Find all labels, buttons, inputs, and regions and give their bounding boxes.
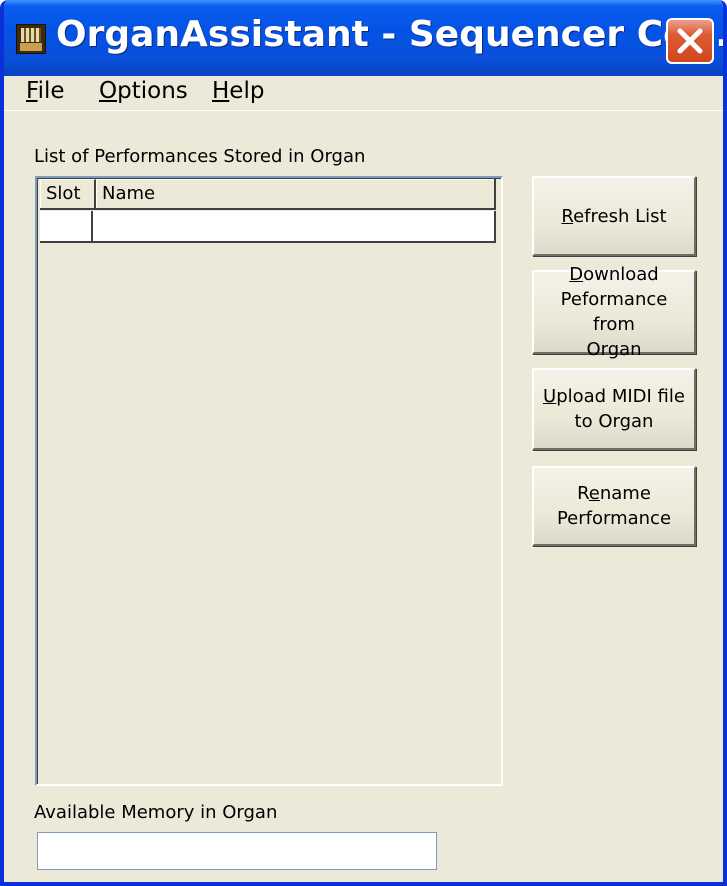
download-mnemonic: D: [569, 264, 584, 285]
list-header: Slot Name: [40, 179, 496, 210]
performances-list-label: List of Performances Stored in Organ: [34, 146, 366, 167]
rename-performance-button[interactable]: Rename Performance: [532, 466, 696, 546]
upload-midi-button[interactable]: Upload MIDI file to Organ: [532, 368, 696, 450]
menu-file-mnemonic: F: [26, 78, 38, 104]
window-title: OrganAssistant - Sequencer Co...: [56, 14, 727, 55]
menu-file-label: ile: [37, 78, 65, 104]
rename-prefix: R: [577, 483, 589, 504]
upload-label: pload MIDI file to Organ: [556, 386, 685, 432]
row-name-cell: [93, 211, 493, 241]
available-memory-field: [37, 832, 437, 870]
refresh-mnemonic: R: [561, 205, 574, 227]
available-memory-label: Available Memory in Organ: [34, 802, 278, 823]
menu-options-label: ptions: [117, 78, 188, 104]
list-row[interactable]: [40, 211, 496, 243]
menu-help-mnemonic: H: [212, 78, 230, 104]
performances-list[interactable]: Slot Name: [35, 176, 503, 786]
organ-icon[interactable]: [16, 24, 46, 54]
download-performance-button[interactable]: Download Peformance from Organ: [532, 264, 696, 360]
menu-options[interactable]: Options: [99, 78, 188, 104]
app-window: OrganAssistant - Sequencer Co... File Op…: [0, 0, 727, 886]
upload-mnemonic: U: [543, 386, 557, 407]
refresh-label: efresh List: [573, 205, 667, 227]
rename-mnemonic: e: [588, 483, 600, 504]
row-slot-cell: [40, 211, 93, 241]
menu-file[interactable]: File: [26, 78, 65, 104]
menu-help-label: elp: [229, 78, 265, 104]
close-icon: [677, 28, 703, 54]
rename-label: name Performance: [556, 483, 672, 529]
title-bar[interactable]: OrganAssistant - Sequencer Co...: [4, 0, 727, 76]
column-header-slot[interactable]: Slot: [40, 179, 96, 208]
menu-bar: File Options Help: [4, 76, 723, 111]
column-header-name[interactable]: Name: [96, 179, 494, 208]
menu-options-mnemonic: O: [99, 78, 118, 104]
refresh-list-button[interactable]: Refresh List: [532, 176, 696, 256]
menu-help[interactable]: Help: [212, 78, 264, 104]
close-button[interactable]: [666, 18, 714, 64]
